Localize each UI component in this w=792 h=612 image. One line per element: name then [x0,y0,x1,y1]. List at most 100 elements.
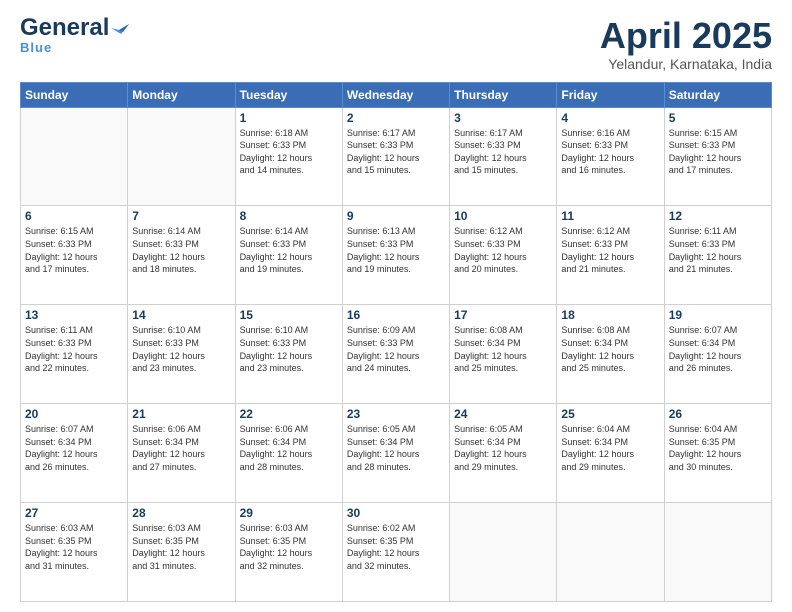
logo-line1: General [20,14,109,41]
day-info: Sunrise: 6:10 AM Sunset: 6:33 PM Dayligh… [132,324,230,374]
week-row-1: 1 Sunrise: 6:18 AM Sunset: 6:33 PM Daylig… [21,107,772,206]
week-row-3: 13 Sunrise: 6:11 AM Sunset: 6:33 PM Dayli… [21,305,772,404]
calendar-cell-w3-d6: 18Sunrise: 6:08 AM Sunset: 6:34 PM Dayli… [557,305,664,404]
day-number: 9 [347,209,445,223]
day-info: Sunrise: 6:10 AM Sunset: 6:33 PM Dayligh… [240,324,338,374]
day-info: Sunrise: 6:15 AM Sunset: 6:33 PM Dayligh… [669,127,767,177]
day-number: 4 [561,111,659,125]
day-number: 20 [25,407,123,421]
calendar-table: Sunday Monday Tuesday Wednesday Thursday… [20,82,772,602]
day-info: Sunrise: 6:06 AM Sunset: 6:34 PM Dayligh… [132,423,230,473]
day-number: 28 [132,506,230,520]
day-number: 26 [669,407,767,421]
day-number: 13 [25,308,123,322]
calendar-cell-w3-d3: 15 Sunrise: 6:10 AM Sunset: 6:33 PM Dayli… [235,305,342,404]
calendar-cell-w4-d3: 22 Sunrise: 6:06 AM Sunset: 6:34 PM Dayli… [235,404,342,503]
day-number: 14 [132,308,230,322]
header-friday: Friday [557,82,664,107]
day-number: 12 [669,209,767,223]
day-number: 22 [240,407,338,421]
day-number: 10 [454,209,552,223]
week-row-4: 20 Sunrise: 6:07 AM Sunset: 6:34 PM Dayli… [21,404,772,503]
day-info: Sunrise: 6:04 AM Sunset: 6:34 PM Dayligh… [561,423,659,473]
day-info: Sunrise: 6:05 AM Sunset: 6:34 PM Dayligh… [454,423,552,473]
day-info: Sunrise: 6:06 AM Sunset: 6:34 PM Dayligh… [240,423,338,473]
day-info: Sunrise: 6:03 AM Sunset: 6:35 PM Dayligh… [240,522,338,572]
day-number: 7 [132,209,230,223]
day-info: Sunrise: 6:08 AM Sunset: 6:34 PM Dayligh… [454,324,552,374]
day-info: Sunrise: 6:03 AM Sunset: 6:35 PM Dayligh… [132,522,230,572]
page: General Blue April 2025 Yelandur, Karnat… [0,0,792,612]
day-info: Sunrise: 6:12 AM Sunset: 6:33 PM Dayligh… [454,225,552,275]
header: General Blue April 2025 Yelandur, Karnat… [20,16,772,72]
calendar-cell-w3-d2: 14 Sunrise: 6:10 AM Sunset: 6:33 PM Dayli… [128,305,235,404]
day-info: Sunrise: 6:04 AM Sunset: 6:35 PM Dayligh… [669,423,767,473]
day-number: 16 [347,308,445,322]
day-number: 19 [669,308,767,322]
day-info: Sunrise: 6:11 AM Sunset: 6:33 PM Dayligh… [25,324,123,374]
calendar-cell-w4-d5: 24 Sunrise: 6:05 AM Sunset: 6:34 PM Dayli… [450,404,557,503]
week-row-2: 6 Sunrise: 6:15 AM Sunset: 6:33 PM Daylig… [21,206,772,305]
day-info: Sunrise: 6:14 AM Sunset: 6:33 PM Dayligh… [132,225,230,275]
logo: General Blue [20,16,129,55]
day-info: Sunrise: 6:07 AM Sunset: 6:34 PM Dayligh… [669,324,767,374]
calendar-cell-w1-d6: 4 Sunrise: 6:16 AM Sunset: 6:33 PM Daylig… [557,107,664,206]
calendar-cell-w5-d7 [664,503,771,602]
day-number: 25 [561,407,659,421]
calendar-cell-w2-d3: 8Sunrise: 6:14 AM Sunset: 6:33 PM Daylig… [235,206,342,305]
header-wednesday: Wednesday [342,82,449,107]
calendar-cell-w2-d6: 11 Sunrise: 6:12 AM Sunset: 6:33 PM Dayli… [557,206,664,305]
day-info: Sunrise: 6:11 AM Sunset: 6:33 PM Dayligh… [669,225,767,275]
calendar-cell-w5-d5 [450,503,557,602]
logo-line2: Blue [20,40,52,55]
day-info: Sunrise: 6:09 AM Sunset: 6:33 PM Dayligh… [347,324,445,374]
header-sunday: Sunday [21,82,128,107]
calendar-cell-w2-d5: 10 Sunrise: 6:12 AM Sunset: 6:33 PM Dayli… [450,206,557,305]
day-info: Sunrise: 6:17 AM Sunset: 6:33 PM Dayligh… [454,127,552,177]
calendar-cell-w1-d4: 2Sunrise: 6:17 AM Sunset: 6:33 PM Daylig… [342,107,449,206]
calendar-cell-w5-d6 [557,503,664,602]
day-info: Sunrise: 6:13 AM Sunset: 6:33 PM Dayligh… [347,225,445,275]
calendar-cell-w1-d7: 5 Sunrise: 6:15 AM Sunset: 6:33 PM Daylig… [664,107,771,206]
header-thursday: Thursday [450,82,557,107]
calendar-subtitle: Yelandur, Karnataka, India [600,56,772,72]
day-number: 8 [240,209,338,223]
day-number: 1 [240,111,338,125]
calendar-cell-w3-d7: 19 Sunrise: 6:07 AM Sunset: 6:34 PM Dayli… [664,305,771,404]
calendar-cell-w3-d5: 17Sunrise: 6:08 AM Sunset: 6:34 PM Dayli… [450,305,557,404]
day-info: Sunrise: 6:05 AM Sunset: 6:34 PM Dayligh… [347,423,445,473]
day-info: Sunrise: 6:02 AM Sunset: 6:35 PM Dayligh… [347,522,445,572]
header-saturday: Saturday [664,82,771,107]
day-info: Sunrise: 6:07 AM Sunset: 6:34 PM Dayligh… [25,423,123,473]
calendar-cell-w4-d4: 23 Sunrise: 6:05 AM Sunset: 6:34 PM Dayli… [342,404,449,503]
day-number: 5 [669,111,767,125]
calendar-title: April 2025 [600,16,772,56]
day-info: Sunrise: 6:17 AM Sunset: 6:33 PM Dayligh… [347,127,445,177]
day-number: 6 [25,209,123,223]
calendar-cell-w5-d3: 29 Sunrise: 6:03 AM Sunset: 6:35 PM Dayli… [235,503,342,602]
day-info: Sunrise: 6:15 AM Sunset: 6:33 PM Dayligh… [25,225,123,275]
calendar-cell-w1-d3: 1 Sunrise: 6:18 AM Sunset: 6:33 PM Daylig… [235,107,342,206]
day-info: Sunrise: 6:12 AM Sunset: 6:33 PM Dayligh… [561,225,659,275]
header-monday: Monday [128,82,235,107]
day-number: 3 [454,111,552,125]
day-info: Sunrise: 6:16 AM Sunset: 6:33 PM Dayligh… [561,127,659,177]
day-number: 27 [25,506,123,520]
day-number: 11 [561,209,659,223]
day-number: 15 [240,308,338,322]
calendar-cell-w4-d1: 20 Sunrise: 6:07 AM Sunset: 6:34 PM Dayli… [21,404,128,503]
day-info: Sunrise: 6:18 AM Sunset: 6:33 PM Dayligh… [240,127,338,177]
day-number: 24 [454,407,552,421]
day-number: 23 [347,407,445,421]
calendar-cell-w2-d2: 7 Sunrise: 6:14 AM Sunset: 6:33 PM Daylig… [128,206,235,305]
calendar-cell-w2-d7: 12 Sunrise: 6:11 AM Sunset: 6:33 PM Dayli… [664,206,771,305]
day-number: 29 [240,506,338,520]
calendar-cell-w3-d4: 16 Sunrise: 6:09 AM Sunset: 6:33 PM Dayli… [342,305,449,404]
calendar-cell-w4-d7: 26 Sunrise: 6:04 AM Sunset: 6:35 PM Dayli… [664,404,771,503]
calendar-cell-w3-d1: 13 Sunrise: 6:11 AM Sunset: 6:33 PM Dayli… [21,305,128,404]
calendar-cell-w1-d2 [128,107,235,206]
week-row-5: 27 Sunrise: 6:03 AM Sunset: 6:35 PM Dayli… [21,503,772,602]
day-number: 21 [132,407,230,421]
calendar-cell-w5-d1: 27Sunrise: 6:03 AM Sunset: 6:35 PM Dayli… [21,503,128,602]
day-number: 30 [347,506,445,520]
